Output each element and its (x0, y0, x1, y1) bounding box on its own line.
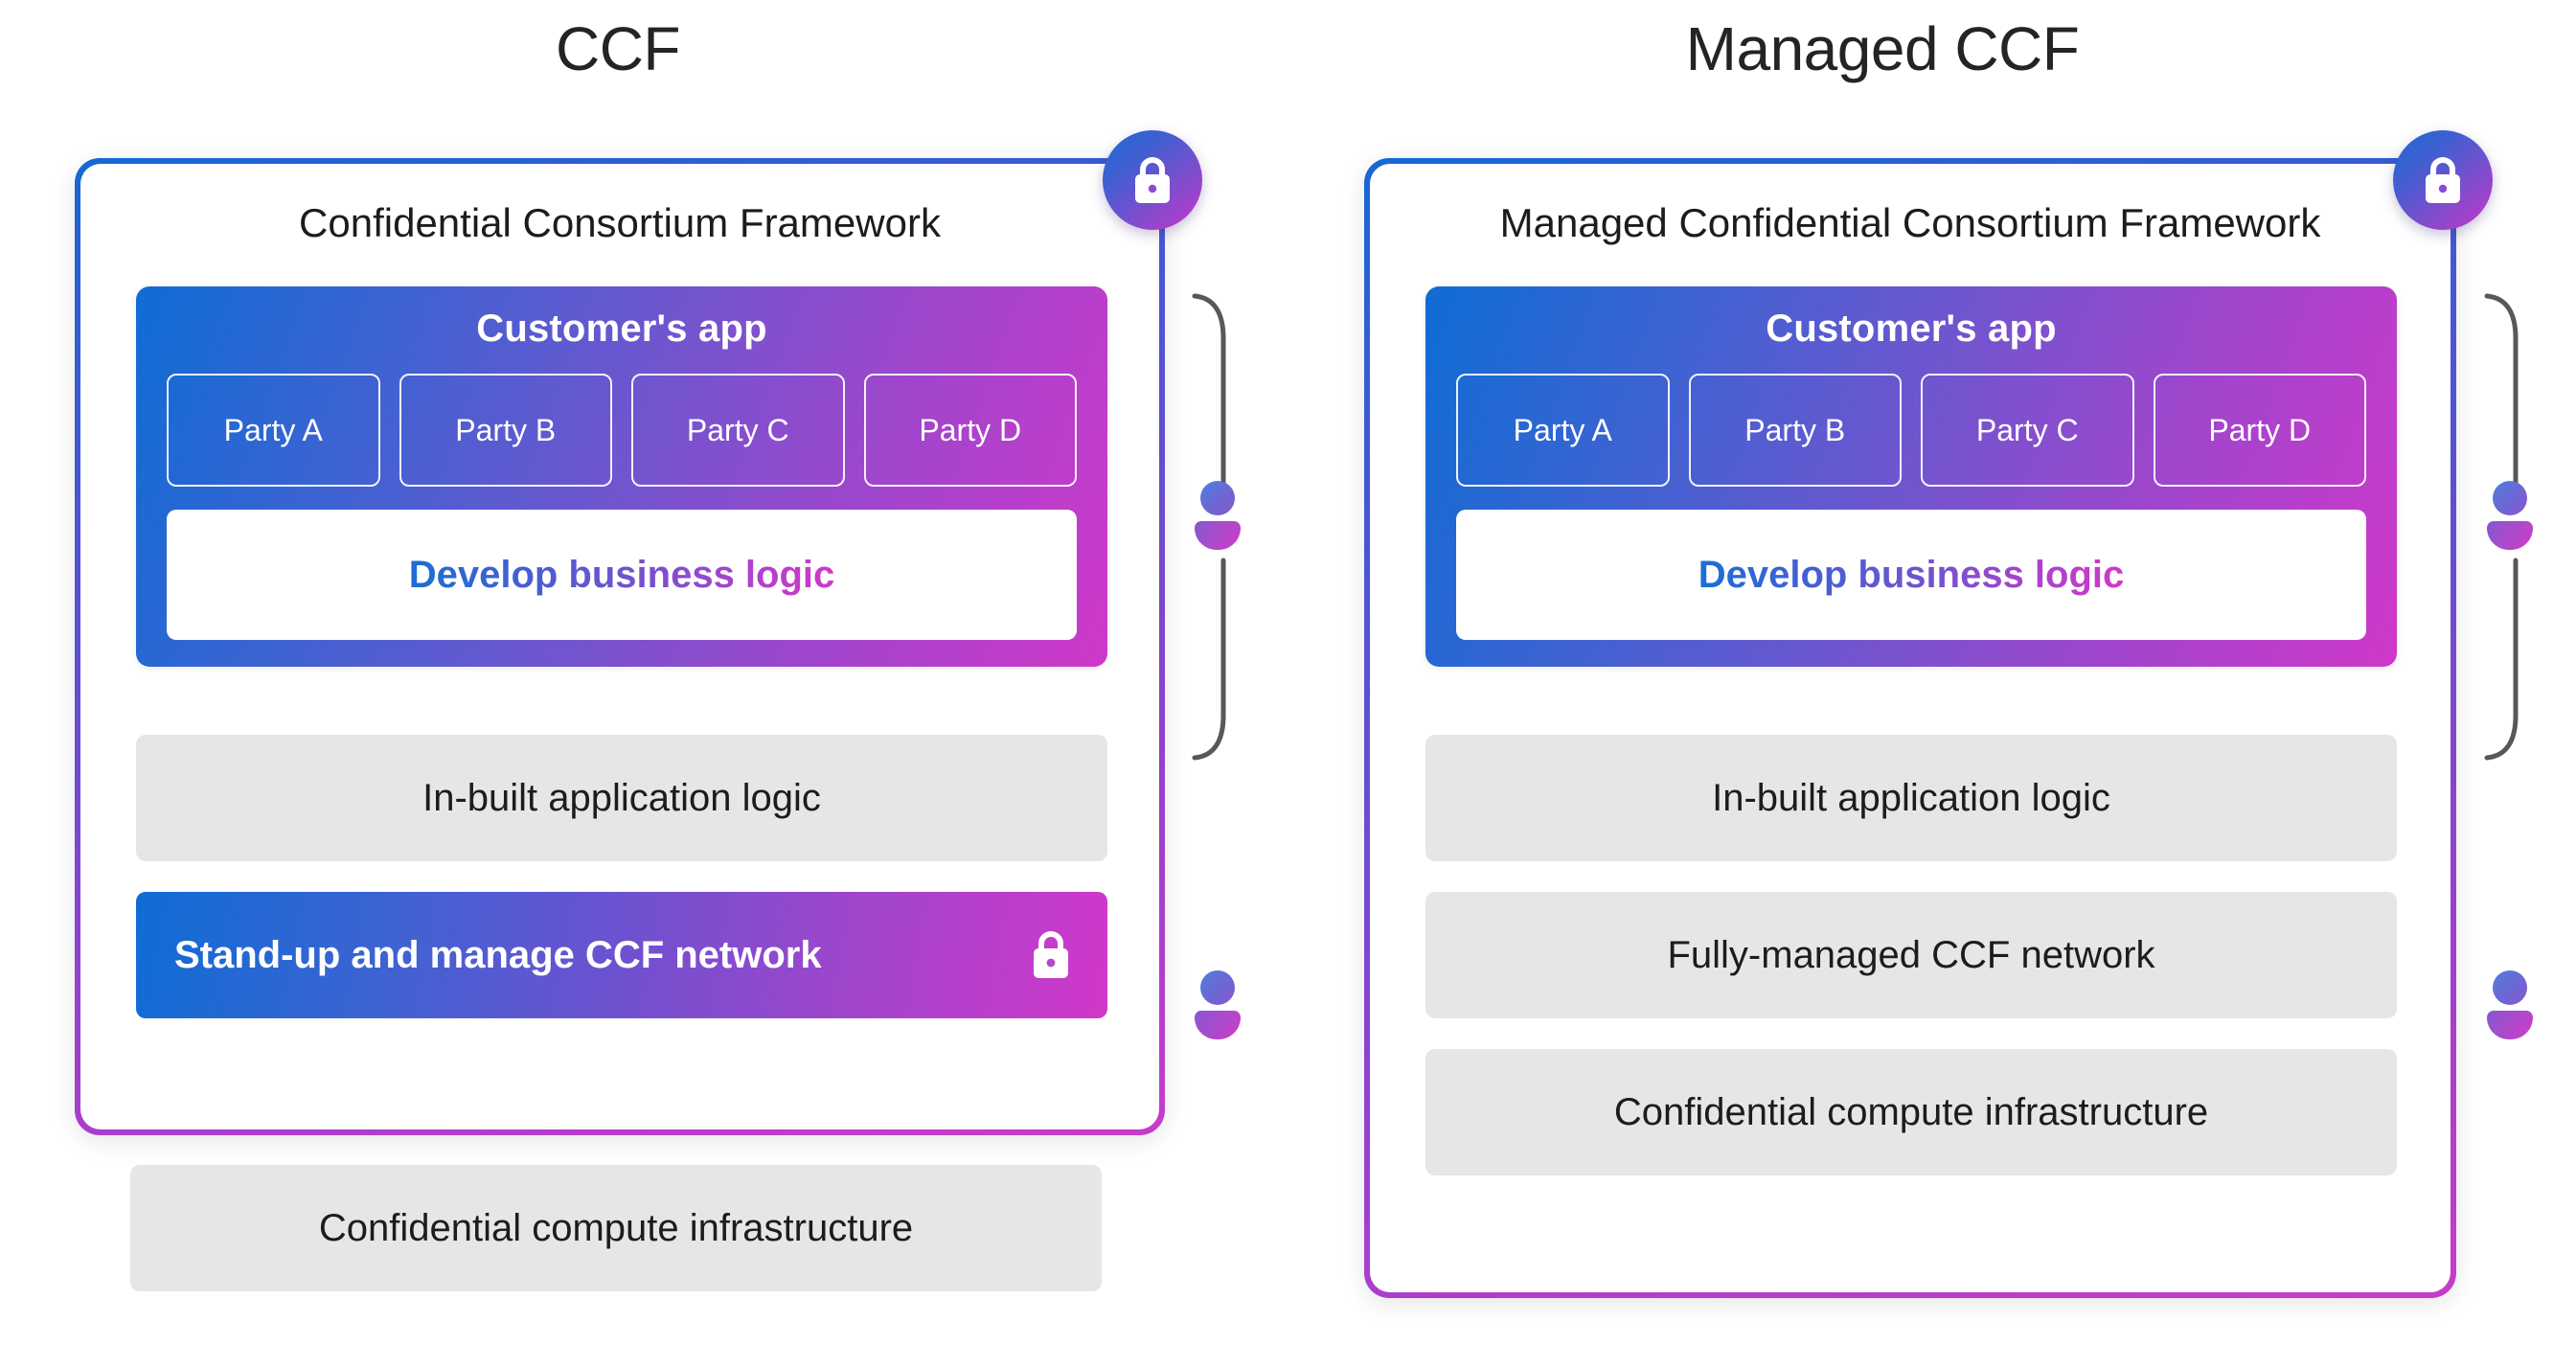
managed-ccf-panel-lock-badge (2393, 130, 2493, 230)
ccf-panel: Confidential Consortium Framework Custom… (75, 158, 1165, 1135)
ccf-customer-app-title: Customer's app (476, 308, 767, 350)
ccf-framework-heading: Confidential Consortium Framework (299, 200, 941, 245)
ccf-develop-business-logic-label: Develop business logic (408, 553, 835, 596)
person-head-icon (1200, 481, 1235, 515)
ccf-layer-stand-up-label: Stand-up and manage CCF network (174, 933, 822, 976)
managed-ccf-party-row: Party A Party B Party C Party D (1456, 374, 2366, 487)
diagram-canvas: CCF Managed CCF Confidential Consortium … (0, 0, 2576, 1345)
managed-ccf-panel-inner: Managed Confidential Consortium Framewor… (1370, 164, 2451, 1292)
person-body-icon (2487, 1011, 2533, 1039)
person-head-icon (1200, 970, 1235, 1005)
managed-ccf-panel: Managed Confidential Consortium Framewor… (1364, 158, 2456, 1298)
page-title-managed-ccf: Managed CCF (1685, 14, 2080, 83)
person-body-icon (1195, 1011, 1241, 1039)
person-icon (2487, 970, 2533, 1039)
party-box[interactable]: Party C (631, 374, 845, 487)
ccf-layer-stand-up-and-manage-ccf-network: Stand-up and manage CCF network (136, 892, 1107, 1018)
ccf-develop-business-logic-box: Develop business logic (167, 510, 1077, 640)
person-icon (1195, 481, 1241, 550)
managed-ccf-develop-business-logic-label: Develop business logic (1698, 553, 2125, 596)
lock-icon (1135, 157, 1170, 203)
lock-icon (1034, 931, 1068, 978)
ccf-customer-app-card: Customer's app Party A Party B Party C P… (136, 286, 1107, 667)
party-box[interactable]: Party B (1688, 374, 1902, 487)
managed-ccf-develop-business-logic-box: Develop business logic (1456, 510, 2366, 640)
party-box[interactable]: Party B (399, 374, 612, 487)
person-icon (1195, 970, 1241, 1039)
managed-ccf-customer-app-card: Customer's app Party A Party B Party C P… (1425, 286, 2397, 667)
party-box[interactable]: Party D (2153, 374, 2366, 487)
party-box[interactable]: Party A (1456, 374, 1670, 487)
managed-ccf-layer-in-built-application-logic: In-built application logic (1425, 735, 2397, 861)
lock-icon (2426, 157, 2460, 203)
person-icon (2487, 481, 2533, 550)
person-head-icon (2493, 970, 2527, 1005)
managed-ccf-customer-app-title: Customer's app (1766, 308, 2057, 350)
ccf-party-row: Party A Party B Party C Party D (167, 374, 1077, 487)
managed-ccf-layer-fully-managed-ccf-network: Fully-managed CCF network (1425, 892, 2397, 1018)
party-box[interactable]: Party D (863, 374, 1077, 487)
party-box[interactable]: Party C (1921, 374, 2134, 487)
ccf-panel-lock-badge (1103, 130, 1202, 230)
ccf-layer-confidential-compute-infrastructure: Confidential compute infrastructure (130, 1165, 1102, 1291)
managed-ccf-framework-heading: Managed Confidential Consortium Framewor… (1499, 200, 2321, 245)
ccf-layer-in-built-application-logic: In-built application logic (136, 735, 1107, 861)
managed-ccf-layer-confidential-compute-infrastructure: Confidential compute infrastructure (1425, 1049, 2397, 1175)
ccf-panel-inner: Confidential Consortium Framework Custom… (80, 164, 1159, 1129)
page-title-ccf: CCF (555, 14, 681, 83)
person-head-icon (2493, 481, 2527, 515)
party-box[interactable]: Party A (167, 374, 380, 487)
